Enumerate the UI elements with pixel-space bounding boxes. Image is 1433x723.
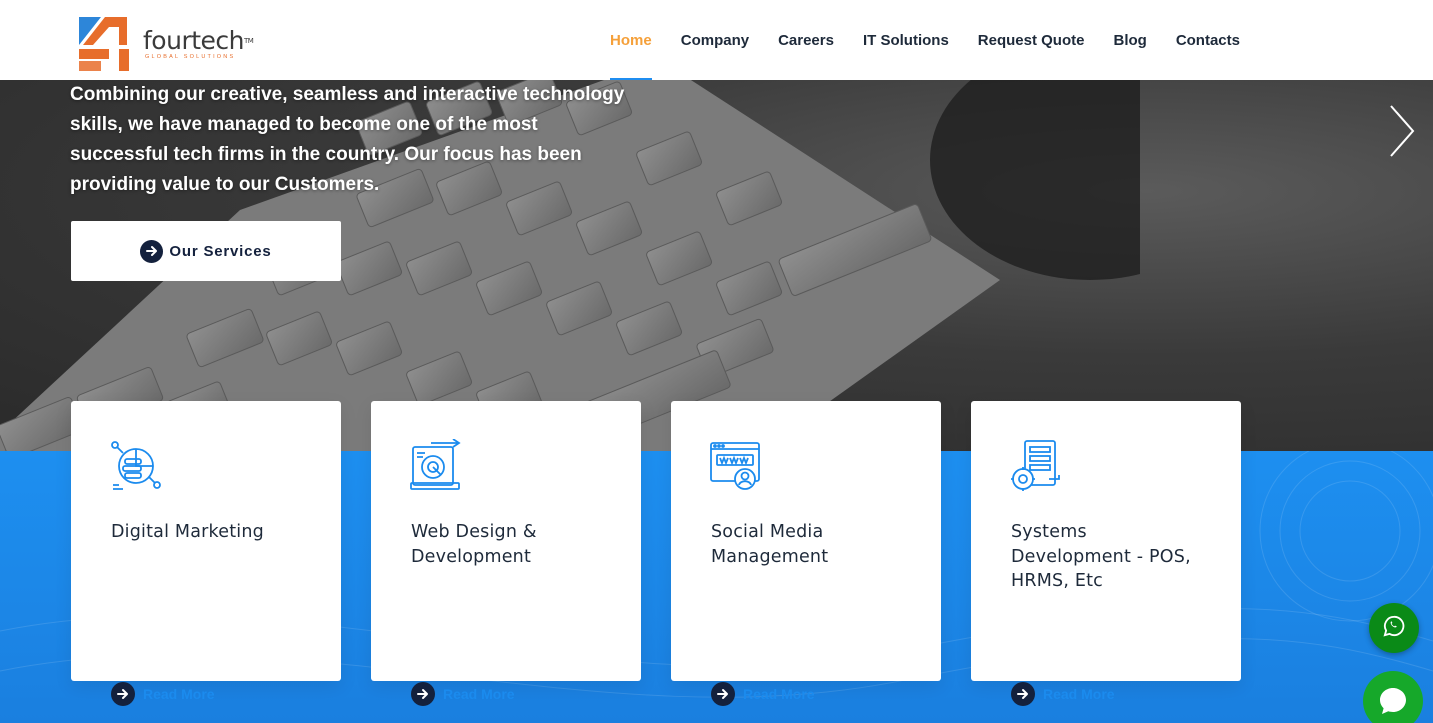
hero-description: Combining our creative, seamless and int… bbox=[70, 80, 640, 200]
nav-blog[interactable]: Blog bbox=[1113, 0, 1146, 80]
arrow-right-icon bbox=[1011, 682, 1035, 706]
systems-development-icon bbox=[1009, 439, 1063, 493]
hero-line: providing value to our Customers. bbox=[70, 174, 380, 195]
our-services-label: Our Services bbox=[169, 242, 272, 260]
digital-marketing-icon bbox=[109, 439, 163, 493]
arrow-right-icon bbox=[711, 682, 735, 706]
service-title: Systems Development - POS, HRMS, Etc bbox=[1011, 522, 1191, 591]
read-more-link[interactable]: Read More bbox=[1011, 682, 1115, 706]
read-more-link[interactable]: Read More bbox=[711, 682, 815, 706]
hero-line: successful tech firms in the country. Ou… bbox=[70, 144, 582, 165]
service-card-social-media[interactable]: Social Media Management bbox=[671, 401, 941, 681]
read-more-link[interactable]: Read More bbox=[111, 682, 215, 706]
nav-request-quote[interactable]: Request Quote bbox=[978, 0, 1085, 80]
service-title: Web Design & Development bbox=[411, 522, 537, 567]
service-card-web-design[interactable]: Web Design & Development bbox=[371, 401, 641, 681]
nav-it-solutions[interactable]: IT Solutions bbox=[863, 0, 949, 80]
read-more-label: Read More bbox=[743, 686, 815, 702]
hero-line: skills, we have managed to become one of… bbox=[70, 114, 538, 135]
read-more-label: Read More bbox=[1043, 686, 1115, 702]
arrow-right-icon bbox=[411, 682, 435, 706]
site-header: fourtechTM GLOBAL SOLUTIONS Home Company… bbox=[0, 0, 1433, 80]
arrow-right-icon bbox=[111, 682, 135, 706]
service-title: Digital Marketing bbox=[111, 522, 264, 542]
service-card-systems-development[interactable]: Systems Development - POS, HRMS, Etc bbox=[971, 401, 1241, 681]
read-more-label: Read More bbox=[443, 686, 515, 702]
brand-logo[interactable]: fourtechTM GLOBAL SOLUTIONS bbox=[79, 16, 269, 72]
chat-bubble-icon bbox=[1377, 685, 1409, 722]
web-design-icon bbox=[409, 438, 463, 493]
hero-slider: Combining our creative, seamless and int… bbox=[0, 80, 1433, 451]
brand-tagline: GLOBAL SOLUTIONS bbox=[145, 54, 236, 60]
brand-name: fourtechTM bbox=[143, 26, 254, 55]
read-more-link[interactable]: Read More bbox=[411, 682, 515, 706]
logo-mark-icon bbox=[79, 17, 133, 71]
service-title: Social Media Management bbox=[711, 522, 829, 567]
hero-line: Combining our creative, seamless and int… bbox=[70, 84, 625, 105]
nav-contacts[interactable]: Contacts bbox=[1176, 0, 1240, 80]
whatsapp-icon bbox=[1383, 615, 1405, 642]
our-services-button[interactable]: Our Services bbox=[71, 221, 341, 281]
service-card-digital-marketing[interactable]: Digital Marketing bbox=[71, 401, 341, 681]
main-nav: Home Company Careers IT Solutions Reques… bbox=[581, 0, 1240, 80]
whatsapp-button[interactable] bbox=[1369, 603, 1419, 653]
chevron-right-icon[interactable] bbox=[1389, 104, 1415, 163]
nav-careers[interactable]: Careers bbox=[778, 0, 834, 80]
read-more-label: Read More bbox=[143, 686, 215, 702]
nav-company[interactable]: Company bbox=[681, 0, 749, 80]
social-media-icon bbox=[709, 439, 763, 493]
chat-button[interactable] bbox=[1363, 671, 1423, 723]
arrow-right-icon bbox=[140, 239, 164, 263]
nav-home[interactable]: Home bbox=[610, 0, 652, 80]
